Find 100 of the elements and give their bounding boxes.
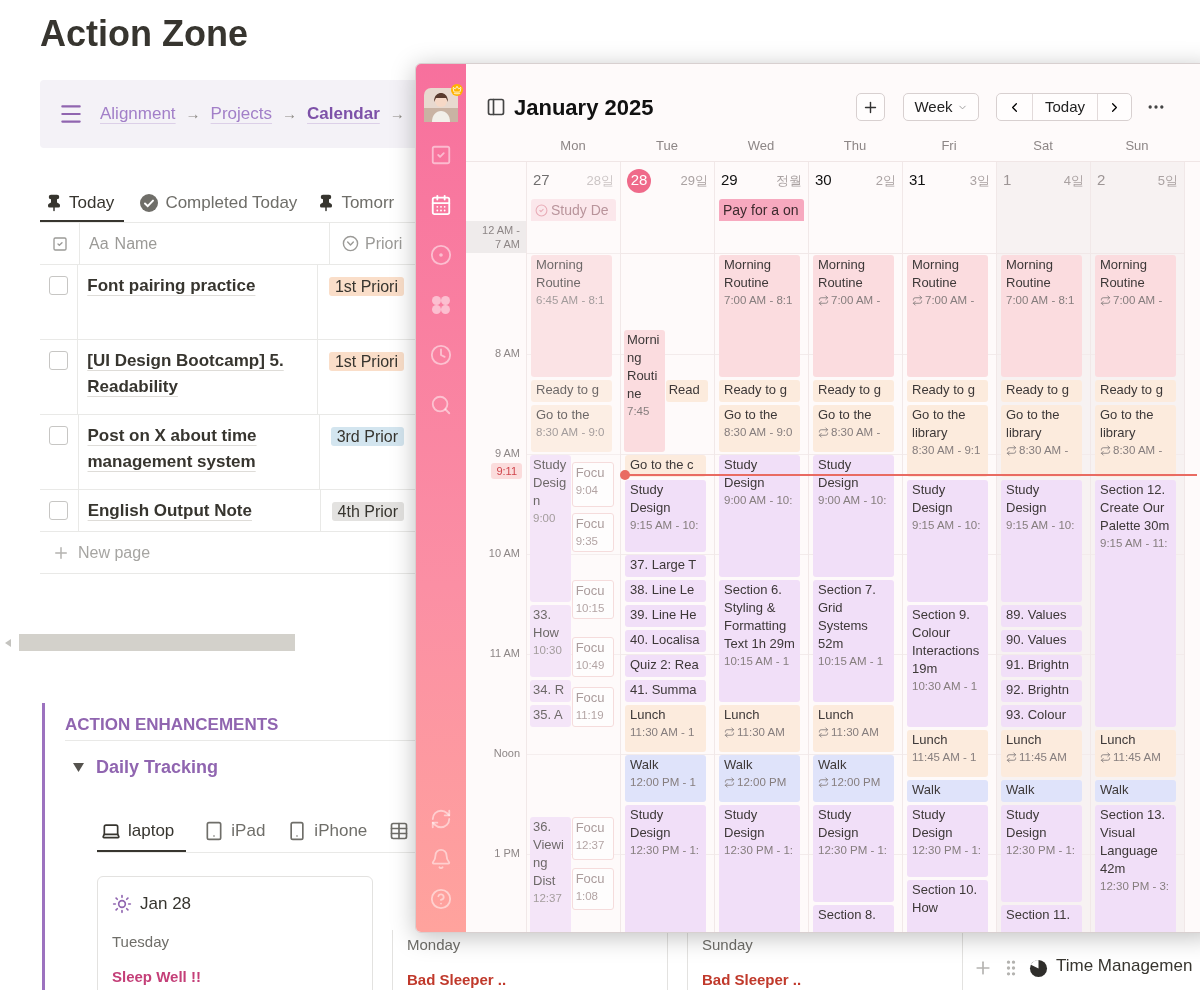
calendar-event[interactable]: 41. Summa [625, 680, 706, 702]
calendar-event[interactable]: Study Design 12:30 PM - 1: [625, 805, 706, 932]
calendar-event[interactable]: Ready to g [719, 380, 800, 402]
calendar-event[interactable]: 93. Colour [1001, 705, 1082, 727]
calendar-event[interactable]: 36. Viewing Dist 12:37 [530, 816, 571, 932]
row-checkbox[interactable] [49, 276, 69, 295]
horizontal-scrollbar[interactable] [19, 634, 295, 651]
calendar-event[interactable]: 40. Localisa [625, 630, 706, 652]
calendar-event[interactable]: Go to the c [625, 455, 706, 477]
calendar-event[interactable]: Section 6. Styling & Formatting Text 1h 29m 10:15 AM - 1 [719, 580, 800, 702]
calendar-event[interactable]: Study Design 12:30 PM - 1: [813, 805, 894, 902]
avatar[interactable] [424, 88, 458, 122]
calendar-event[interactable]: Go to the 8:30 AM - 9:0 [719, 405, 800, 452]
calendar-event[interactable]: 90. Values [1001, 630, 1082, 652]
view-tab[interactable]: Today [40, 186, 125, 222]
help-icon[interactable] [430, 888, 452, 910]
calendar-event[interactable]: 35. A [530, 705, 571, 727]
calendar-event[interactable]: Study Design 9:15 AM - 10: [1001, 480, 1082, 602]
calendar-event[interactable]: Study Design 12:30 PM - 1: [907, 805, 988, 877]
search-icon[interactable] [430, 394, 452, 416]
today-button[interactable]: Today [1033, 94, 1097, 120]
calendar-event[interactable]: Morning Routine 7:00 AM - [907, 255, 988, 377]
view-tab[interactable]: Tomorr [312, 186, 400, 222]
calendar-event[interactable]: Ready to g [813, 380, 894, 402]
calendar-event[interactable]: Lunch 11:45 AM [1001, 730, 1082, 777]
calendar-event[interactable]: 92. Brightn [1001, 680, 1082, 702]
toggle-heading[interactable]: Daily Tracking [96, 753, 219, 781]
calendar-event[interactable]: Ready to g [907, 380, 988, 402]
device-tab[interactable]: iPad [200, 811, 270, 852]
toggle-triangle-icon[interactable] [73, 761, 84, 773]
calendar-event[interactable]: Morning Routine 6:45 AM - 8:1 [531, 255, 612, 377]
all-day-event[interactable]: Pay for a on [719, 199, 804, 221]
row-checkbox[interactable] [49, 426, 69, 445]
calendar-icon[interactable] [430, 194, 452, 216]
row-checkbox[interactable] [49, 351, 69, 370]
calendar-event[interactable]: Go to the library 8:30 AM - [1095, 405, 1176, 477]
calendar-event[interactable]: Lunch 11:30 AM - 1 [625, 705, 706, 752]
view-tab[interactable]: Completed Today [134, 186, 303, 222]
device-tab[interactable]: laptop [97, 811, 187, 852]
sync-icon[interactable] [430, 808, 452, 830]
row-checkbox[interactable] [49, 501, 69, 520]
calendar-event[interactable]: Study Design 12:30 PM - 1: [719, 805, 800, 932]
calendar-event[interactable]: 91. Brightn [1001, 655, 1082, 677]
calendar-event[interactable]: Walk 12:00 PM [719, 755, 800, 802]
calendar-event[interactable]: Study Design 9:15 AM - 10: [625, 480, 706, 552]
breadcrumb-link[interactable]: Calendar [307, 101, 380, 127]
clock-icon[interactable] [430, 344, 452, 366]
calendar-event[interactable]: Go to the library 8:30 AM - 9:1 [907, 405, 988, 477]
calendar-event[interactable]: Go to the 8:30 AM - 9:0 [531, 405, 612, 452]
target-icon[interactable] [430, 244, 452, 266]
calendar-event[interactable]: Walk 12:00 PM - 1 [625, 755, 706, 802]
calendar-event[interactable]: Morning Routine 7:00 AM - [813, 255, 894, 377]
calendar-event[interactable]: Walk 12:00 PM [813, 755, 894, 802]
calendar-event[interactable]: Ready to g [1001, 380, 1082, 402]
calendar-event[interactable]: Study Design 9:00 [530, 455, 571, 602]
calendar-event[interactable]: Section 13. Visual Language 42m 12:30 PM - 3: [1095, 805, 1176, 932]
calendar-event[interactable]: Morning Routine 7:00 AM - 8:1 [1001, 255, 1082, 377]
calendar-event[interactable]: Go to the library 8:30 AM - [1001, 405, 1082, 477]
calendar-event[interactable]: Study Design 12:30 PM - 1: [1001, 805, 1082, 902]
calendar-event[interactable]: Walk [1095, 780, 1176, 802]
calendar-event[interactable]: Study Design 9:00 AM - 10: [719, 455, 800, 577]
calendar-event[interactable]: Lunch 11:30 AM [719, 705, 800, 752]
date-number[interactable]: 30 [815, 169, 832, 192]
checkbox-icon[interactable] [430, 144, 452, 166]
calendar-event[interactable]: 39. Line He [625, 605, 706, 627]
calendar-event[interactable]: Walk [1001, 780, 1082, 802]
task-name[interactable]: English Output Note [87, 498, 311, 524]
add-button[interactable] [856, 93, 885, 121]
calendar-event[interactable]: 37. Large T [625, 555, 706, 577]
calendar-event[interactable]: Study Design 9:15 AM - 10: [907, 480, 988, 602]
view-dropdown[interactable]: Week [903, 93, 979, 121]
calendar-event[interactable]: Ready to g [1095, 380, 1176, 402]
day-card[interactable]: Jan 28 Tuesday Sleep Well !! [97, 876, 373, 990]
task-name[interactable]: Font pairing practice [87, 273, 308, 299]
calendar-event[interactable]: Section 10. How [907, 880, 988, 932]
date-number[interactable]: 27 [533, 169, 550, 192]
calendar-event[interactable]: 89. Values [1001, 605, 1082, 627]
calendar-event[interactable]: Section 11. [1001, 905, 1082, 932]
calendar-event[interactable]: Walk [907, 780, 988, 802]
task-name[interactable]: [UI Design Bootcamp] 5. Readability [87, 348, 308, 400]
calendar-event[interactable]: Lunch 11:45 AM [1095, 730, 1176, 777]
calendar-event[interactable]: Lunch 11:45 AM - 1 [907, 730, 988, 777]
calendar-event[interactable]: Section 7. Grid Systems 52m 10:15 AM - 1 [813, 580, 894, 702]
calendar-event[interactable]: Morning Routine 7:00 AM - [1095, 255, 1176, 377]
calendar-event[interactable]: Quiz 2: Rea [625, 655, 706, 677]
calendar-event[interactable]: Go to the 8:30 AM - [813, 405, 894, 452]
view-title[interactable]: Time Managemen [1056, 952, 1193, 978]
bell-icon[interactable] [430, 848, 452, 870]
date-number[interactable]: 31 [909, 169, 926, 192]
calendar-event[interactable]: Section 9. Colour Interactions 19m 10:30 AM - 1 [907, 605, 988, 727]
calendar-event[interactable]: Morning Routine 7:45 [624, 330, 665, 452]
date-number[interactable]: 29 [721, 169, 738, 192]
calendar-event[interactable]: Morning Routine 7:00 AM - 8:1 [719, 255, 800, 377]
calendar-event[interactable]: Ready to g [531, 380, 612, 402]
calendar-event[interactable]: Study Design 9:00 AM - 10: [813, 455, 894, 577]
calendar-event[interactable]: 34. R [530, 680, 571, 702]
calendar-event[interactable]: Read [665, 380, 708, 402]
device-tab[interactable]: iPhone [283, 811, 372, 852]
calendar-event[interactable]: Lunch 11:30 AM [813, 705, 894, 752]
scroll-left-icon[interactable] [5, 638, 11, 647]
